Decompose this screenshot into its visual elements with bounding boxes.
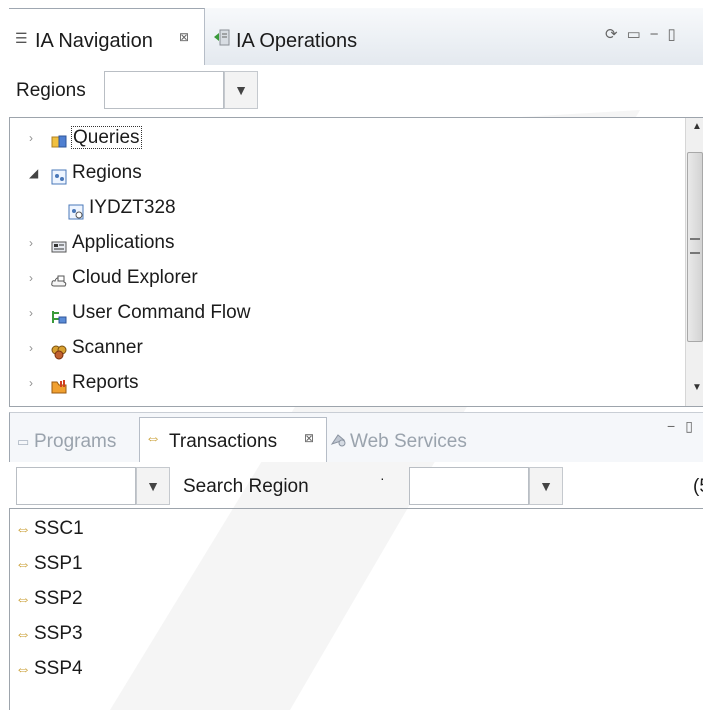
tree-item-iydzt328[interactable]: IYDZT328 [68,191,176,225]
scanner-icon [51,338,67,360]
tree-item-label: Regions [72,162,142,183]
list-item-label: SSP4 [34,658,83,679]
regions-icon [51,163,67,185]
expand-arrow-icon[interactable]: › [29,331,33,365]
ia-navigation-icon: ☰ [15,30,28,46]
tab-web-services-label[interactable]: Web Services [350,431,467,453]
list-item-label: SSC1 [34,518,84,539]
maximize-icon[interactable]: ▯ [668,26,685,43]
scroll-down-icon[interactable]: ▼ [692,382,702,393]
filter-combo-left[interactable] [16,467,136,505]
tree-item-label: IYDZT328 [89,197,176,218]
transaction-icon: ⇔ [15,591,31,608]
bottom-view-toolbar: −▯ [667,418,703,435]
search-region-combo[interactable] [409,467,529,505]
expand-arrow-icon[interactable]: › [29,366,33,400]
close-icon[interactable]: ⊠ [179,30,189,44]
regions-combo[interactable] [104,71,224,109]
transaction-icon: ⇔ [15,626,31,643]
minimize-icon[interactable]: − [650,26,668,43]
tab-programs-label[interactable]: Programs [34,431,116,453]
tab-ia-operations-label[interactable]: IA Operations [236,30,357,53]
search-region-label: Search Region [183,476,309,497]
tree-item-label: Cloud Explorer [72,267,198,288]
transaction-icon: ⇔ [15,661,31,678]
search-region-dropdown-button[interactable]: ▼ [529,467,563,505]
web-services-icon [330,432,348,454]
collapse-arrow-icon[interactable]: ◢ [29,156,38,190]
tab-ia-navigation-label: IA Navigation [35,30,153,52]
expand-arrow-icon[interactable]: › [29,261,33,295]
close-icon[interactable]: ⊠ [304,431,314,445]
tree-item-label: Applications [72,232,175,253]
list-item-ssp3[interactable]: ⇔ SSP3 [15,617,83,651]
maximize-icon[interactable]: ▯ [685,418,703,434]
minimize-icon[interactable]: − [667,418,685,434]
thumb-grip-icon [690,238,700,254]
tree-item-label: Reports [72,372,139,393]
small-dropdown-arrow-icon[interactable]: · [380,470,385,486]
filter-dropdown-button[interactable]: ▼ [136,467,170,505]
list-item-ssp1[interactable]: ⇔ SSP1 [15,547,83,581]
user-command-flow-icon [51,303,67,324]
queries-icon [51,128,67,148]
reports-icon [51,373,67,394]
cloud-explorer-icon [51,268,67,287]
list-item-label: SSP1 [34,553,83,574]
view-toolbar: ⟳▭−▯ [605,25,685,43]
ia-operations-icon [214,29,230,53]
count-label-clipped: (5 [693,476,703,497]
list-item-label: SSP2 [34,588,83,609]
transactions-list [9,508,703,710]
programs-icon: ▭ [17,434,30,449]
expand-arrow-icon[interactable]: › [29,296,33,330]
transactions-icon: ⇔ [145,430,161,447]
regions-label: Regions [16,80,86,101]
tree-item-label: Queries [71,126,142,149]
list-item-ssp4[interactable]: ⇔ SSP4 [15,652,83,686]
scroll-up-icon[interactable]: ▲ [692,121,702,132]
regions-dropdown-button[interactable]: ▼ [224,71,258,109]
applications-icon [51,233,67,253]
tab-transactions-label: Transactions [169,431,278,452]
sync-icon[interactable]: ⟳ [605,26,627,43]
expand-arrow-icon[interactable]: › [29,121,33,155]
region-icon [68,198,84,220]
transaction-icon: ⇔ [15,521,31,538]
tree-item-label: User Command Flow [72,302,251,323]
collapse-icon[interactable]: ▭ [627,26,650,43]
list-item-label: SSP3 [34,623,83,644]
transaction-icon: ⇔ [15,556,31,573]
list-item-ssp2[interactable]: ⇔ SSP2 [15,582,83,616]
tree-item-label: Scanner [72,337,143,358]
list-item-ssc1[interactable]: ⇔ SSC1 [15,512,84,546]
expand-arrow-icon[interactable]: › [29,226,33,260]
